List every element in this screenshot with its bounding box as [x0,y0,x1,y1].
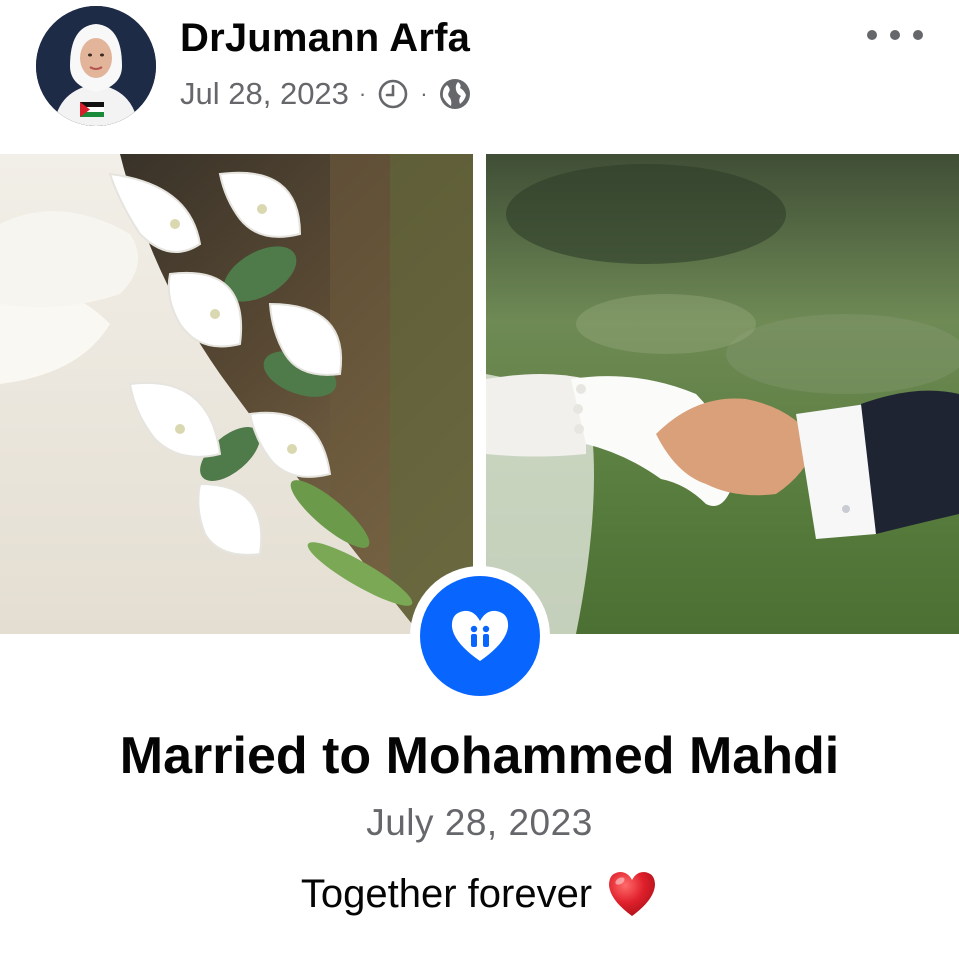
post-card: DrJumann Arfa Jul 28, 2023 · · Married t… [0,0,959,959]
more-horizontal-icon [867,30,877,40]
caption-text: Together forever [300,871,593,916]
more-dot [913,30,923,40]
heart-couple-icon [420,576,540,696]
life-event-date: July 28, 2023 [366,802,593,843]
more-options-button[interactable] [867,20,923,50]
holding-hands-photo[interactable] [486,154,959,634]
life-event-title: Married to Mohammed Mahdi [119,727,840,785]
post-date[interactable]: Jul 28, 2023 [180,76,349,112]
clock-icon [376,77,410,111]
post-caption: Together forever [0,868,959,920]
meta-separator: · [358,81,367,106]
globe-icon[interactable] [438,77,472,111]
post-meta: Jul 28, 2023 · · [180,74,472,114]
author-name[interactable]: DrJumann Arfa [180,16,470,61]
avatar-photo [36,6,156,126]
flag-icon [80,102,104,117]
red-heart-icon [606,868,658,920]
more-dot [890,30,900,40]
author-avatar[interactable] [36,6,156,126]
bride-bouquet-photo[interactable] [0,154,473,634]
meta-separator: · [420,81,428,106]
